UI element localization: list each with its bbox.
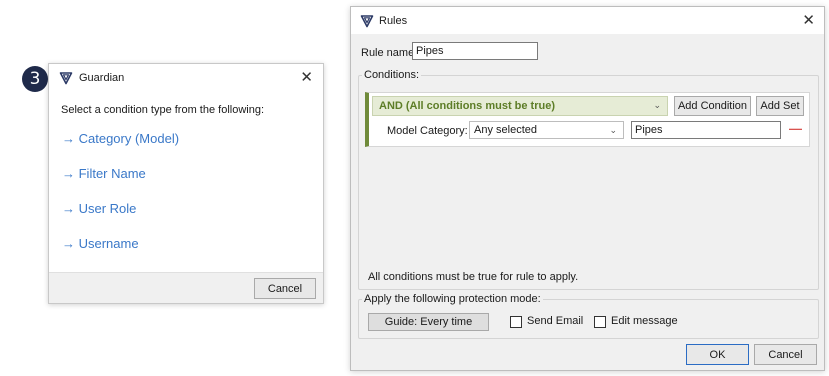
operator-value: AND (All conditions must be true) <box>379 100 555 112</box>
protection-mode-button[interactable]: Guide: Every time <box>368 313 489 331</box>
model-category-label: Model Category: <box>387 125 468 137</box>
add-set-button[interactable]: Add Set <box>756 96 804 116</box>
close-icon[interactable]: ✕ <box>300 70 313 85</box>
cancel-button[interactable]: Cancel <box>754 344 817 365</box>
match-type-value: Any selected <box>474 124 537 136</box>
operator-select[interactable]: AND (All conditions must be true) ⌄ <box>372 96 668 116</box>
edit-message-checkbox[interactable] <box>594 316 606 328</box>
rules-dialog: Rules ✕ Rule name: Pipes Conditions: AND… <box>350 6 825 371</box>
rule-name-input[interactable]: Pipes <box>412 42 538 60</box>
conditions-label: Conditions: <box>362 69 422 81</box>
rules-dialog-title: Rules <box>379 14 408 27</box>
edit-message-label: Edit message <box>611 315 678 327</box>
protection-label: Apply the following protection mode: <box>362 293 543 305</box>
category-value-input[interactable]: Pipes <box>631 121 781 139</box>
option-username[interactable]: → Username <box>62 236 139 251</box>
chevron-down-icon: ⌄ <box>609 125 617 135</box>
remove-condition-icon[interactable]: — <box>789 121 802 136</box>
rules-titlebar: Rules ✕ <box>351 7 824 34</box>
guardian-titlebar: Guardian ✕ <box>49 64 323 91</box>
send-email-label: Send Email <box>527 315 584 327</box>
rules-shield-icon <box>360 14 374 28</box>
guardian-footer: Cancel <box>49 272 323 303</box>
ok-button[interactable]: OK <box>686 344 749 365</box>
condition-type-prompt: Select a condition type from the followi… <box>61 104 265 116</box>
cancel-button[interactable]: Cancel <box>254 278 316 299</box>
guardian-shield-icon <box>59 71 73 85</box>
condition-set-panel: AND (All conditions must be true) ⌄ Add … <box>365 92 810 147</box>
conditions-hint: All conditions must be true for rule to … <box>368 271 579 283</box>
guardian-dialog-title: Guardian <box>79 71 125 84</box>
guardian-dialog: Guardian ✕ Select a condition type from … <box>48 63 324 304</box>
send-email-checkbox[interactable] <box>510 316 522 328</box>
rule-name-label: Rule name: <box>361 47 418 59</box>
option-category-model[interactable]: → Category (Model) <box>62 131 179 146</box>
chevron-down-icon: ⌄ <box>653 100 661 110</box>
option-user-role[interactable]: → User Role <box>62 201 136 216</box>
close-icon[interactable]: ✕ <box>802 13 815 28</box>
add-condition-button[interactable]: Add Condition <box>674 96 751 116</box>
match-type-select[interactable]: Any selected ⌄ <box>469 121 624 139</box>
option-filter-name[interactable]: → Filter Name <box>62 166 146 181</box>
step-badge: 3 <box>22 66 48 92</box>
